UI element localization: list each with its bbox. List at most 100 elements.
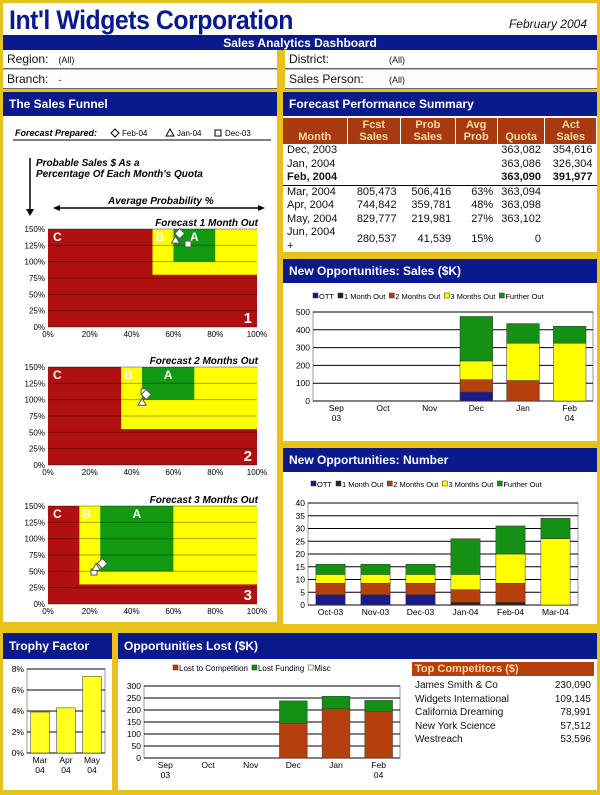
competitor-value: 109,145 xyxy=(554,693,591,705)
bar-segment xyxy=(360,574,391,584)
table-row: Feb, 2004 363,090 391,977 xyxy=(283,171,597,186)
table-cell: Mar, 2004 xyxy=(287,185,336,198)
bar-segment xyxy=(405,583,436,596)
legend-label: Feb-04 xyxy=(122,129,148,138)
x-tick-label: Jan xyxy=(516,403,530,413)
bar-segment xyxy=(360,594,391,606)
table-cell: 363,082 xyxy=(501,144,541,156)
x-tick-label: 20% xyxy=(82,607,98,616)
filter-value: - xyxy=(58,75,62,85)
bar-segment xyxy=(506,342,540,381)
y-tick-label: 50% xyxy=(29,290,45,299)
x-tick-label: 0% xyxy=(42,468,54,477)
table-cell: Feb, 2004 xyxy=(283,171,347,186)
triangle-icon xyxy=(165,127,175,137)
opps-lost-header: Opportunities Lost ($K) xyxy=(118,633,597,659)
bar-segment xyxy=(279,700,308,724)
zone-label-b: B xyxy=(156,230,165,244)
competitors-title: Top Competitors ($) xyxy=(412,662,594,676)
x-tick-label: Dec xyxy=(286,760,302,770)
table-cell: Dec, 2003 xyxy=(287,144,338,156)
x-tick-label: 60% xyxy=(165,330,181,339)
bar-segment xyxy=(279,722,308,759)
district-filter[interactable]: District: (All) xyxy=(285,50,597,69)
filter-label: District: xyxy=(289,52,329,66)
y-tick-label: 100 xyxy=(296,378,310,388)
bar-segment xyxy=(540,518,571,539)
sales-funnel-header: The Sales Funnel xyxy=(3,92,277,116)
zone-label-a: A xyxy=(132,507,141,521)
x-tick-label: Sep xyxy=(329,403,344,413)
table-cell: 363,098 xyxy=(501,199,541,211)
y-tick-label: 0 xyxy=(300,600,305,610)
legend-label: Further Out xyxy=(505,292,544,301)
forecast-title: Forecast 3 Months Out xyxy=(150,495,259,506)
legend-swatch xyxy=(312,292,319,299)
bar-segment xyxy=(459,316,493,362)
table-cell: 280,537 xyxy=(356,232,397,245)
y-tick-label: 0% xyxy=(12,748,25,758)
legend-label: 1 Month Out xyxy=(344,292,386,301)
y-tick-label: 40 xyxy=(296,498,306,508)
x-tick-label: 100% xyxy=(247,468,267,477)
y-tick-label: 25% xyxy=(29,445,45,454)
x-tick-label: Nov xyxy=(422,403,438,413)
x-tick-label: 03 xyxy=(161,770,171,780)
competitor-value: 53,596 xyxy=(560,734,591,745)
legend-label: Dec-03 xyxy=(225,129,251,138)
x-tick-label: 40% xyxy=(124,468,140,477)
branch-filter[interactable]: Branch: - xyxy=(3,70,277,89)
table-cell: 354,616 xyxy=(552,144,593,156)
competitor-row: Widgets International 109,145 xyxy=(412,693,594,707)
bar-segment xyxy=(360,563,391,575)
x-tick-label: 100% xyxy=(247,330,267,339)
new-opps-number-chart: OTT 1 Month Out 2 Months Out 3 Months Out Fu… xyxy=(296,480,579,617)
table-cell xyxy=(545,185,597,199)
table-cell xyxy=(347,171,401,186)
legend-label: Jan-04 xyxy=(177,129,202,138)
legend-label: OTT xyxy=(319,292,334,301)
y-tick-label: 4% xyxy=(12,706,25,716)
x-tick-label: Nov xyxy=(243,760,259,770)
bar-segment xyxy=(553,325,587,344)
new-opps-sales-header: New Opportunities: Sales ($K) xyxy=(283,259,597,283)
y-tick-label: 2% xyxy=(12,727,25,737)
bar-segment xyxy=(450,538,481,575)
x-tick-label: Feb xyxy=(562,403,577,413)
bar-segment xyxy=(364,710,393,759)
bar-segment xyxy=(450,574,481,590)
table-cell xyxy=(545,199,597,213)
table-cell: 391,977 xyxy=(544,171,597,186)
table-cell xyxy=(347,144,401,158)
legend-swatch xyxy=(387,480,393,487)
bar-segment xyxy=(450,589,481,603)
new-opps-sales-panel: OTT 1 Month Out 2 Months Out 3 Months Out Fu… xyxy=(283,283,597,441)
bar-segment xyxy=(450,602,481,606)
column-header: Act Sales xyxy=(544,118,597,144)
bar-segment xyxy=(459,379,493,393)
bar-segment xyxy=(495,583,526,603)
legend-label: 1 Month Out xyxy=(342,480,384,489)
bar-segment xyxy=(405,594,436,606)
y-tick-label: 100% xyxy=(25,535,45,544)
x-tick-label: Oct xyxy=(376,403,390,413)
column-header: Month xyxy=(283,118,348,144)
forecast-table: Month Fcst Sales Prob Sales Avg Prob Quota Ac… xyxy=(283,118,597,253)
bar-segment xyxy=(315,563,346,575)
filter-label: Sales Person: xyxy=(289,72,364,86)
table-row: Apr, 2004 744,842 359,781 48% 363,098 xyxy=(283,199,597,213)
x-tick-label: 60% xyxy=(165,607,181,616)
x-tick-label: Mar xyxy=(33,755,48,765)
y-note: Percentage Of Each Month's Quota xyxy=(36,169,203,180)
trophy-factor-header: Trophy Factor xyxy=(3,633,112,659)
legend-label: Further Out xyxy=(503,480,542,489)
forecast-panel: Month Fcst Sales Prob Sales Avg Prob Quota Ac… xyxy=(283,116,597,252)
forecast-title: Forecast 2 Months Out xyxy=(150,356,259,367)
x-tick-label: Oct-03 xyxy=(318,607,344,617)
column-header: Prob Sales xyxy=(400,118,456,144)
region-filter[interactable]: Region: (All) xyxy=(3,50,277,69)
table-cell: 48% xyxy=(471,199,494,211)
x-tick-label: 0% xyxy=(42,330,54,339)
salesperson-filter[interactable]: Sales Person: (All) xyxy=(285,70,597,89)
y-tick-label: 8% xyxy=(12,664,25,674)
